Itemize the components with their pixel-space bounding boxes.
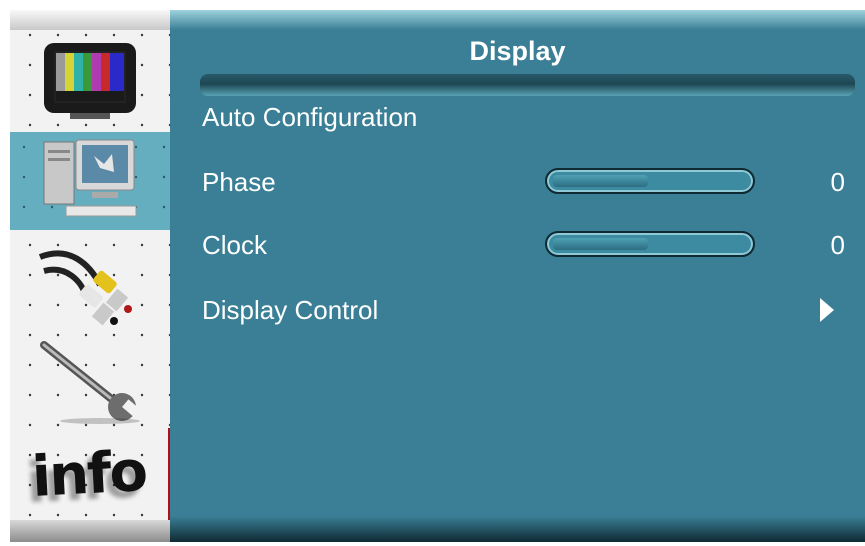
menu-item-auto-configuration[interactable]: Auto Configuration bbox=[202, 102, 417, 133]
submenu-arrow-icon[interactable] bbox=[820, 298, 834, 322]
sidebar-item-setup[interactable] bbox=[10, 330, 170, 430]
panel-top-bevel bbox=[170, 10, 865, 30]
phase-slider-dots bbox=[555, 180, 745, 182]
sidebar: info bbox=[10, 10, 170, 542]
sidebar-top-bevel bbox=[10, 10, 170, 30]
wrench-icon bbox=[40, 341, 143, 424]
main-panel: Display Auto Configuration Phase 0 Clock… bbox=[170, 10, 865, 542]
sidebar-item-display[interactable] bbox=[10, 132, 170, 230]
sidebar-item-input[interactable] bbox=[10, 230, 170, 330]
computer-icon bbox=[43, 139, 137, 217]
clock-value: 0 bbox=[830, 230, 845, 260]
clock-slider-dots bbox=[555, 243, 745, 245]
av-cable-icon bbox=[38, 250, 132, 325]
menu-item-clock[interactable]: Clock bbox=[202, 230, 267, 261]
tv-color-bars-icon bbox=[44, 43, 136, 119]
clock-slider[interactable] bbox=[545, 231, 755, 257]
divider-dots bbox=[210, 84, 845, 86]
phase-value: 0 bbox=[830, 167, 845, 197]
osd-menu: info Display Auto Configuration Phase 0 … bbox=[10, 10, 865, 542]
panel-bottom-bevel bbox=[170, 516, 865, 542]
page-title: Display bbox=[469, 36, 566, 66]
info-icon: info bbox=[30, 438, 148, 510]
sidebar-item-picture[interactable] bbox=[10, 32, 170, 132]
sidebar-item-info[interactable]: info bbox=[10, 428, 170, 522]
menu-item-phase[interactable]: Phase bbox=[202, 167, 276, 198]
title-divider bbox=[200, 74, 855, 96]
sidebar-bottom-bevel bbox=[10, 520, 170, 542]
phase-slider[interactable] bbox=[545, 168, 755, 194]
menu-item-display-control[interactable]: Display Control bbox=[202, 295, 378, 326]
